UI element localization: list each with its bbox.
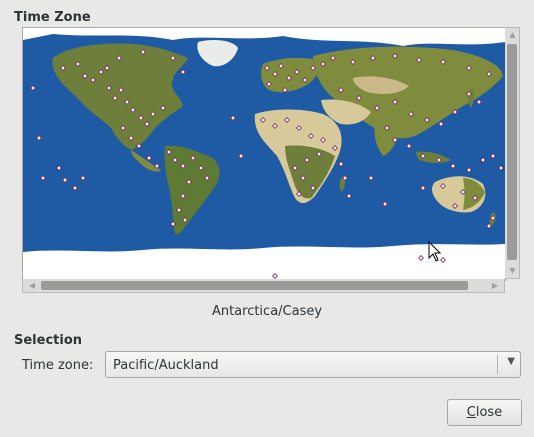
close-button-label: lose	[475, 405, 503, 420]
map-vertical-scrollbar[interactable]: ▲ ▼	[505, 27, 520, 279]
mouse-pointer-icon	[428, 241, 442, 262]
combo-separator	[497, 355, 498, 374]
horizontal-scroll-thumb[interactable]	[41, 281, 468, 290]
vertical-scroll-thumb[interactable]	[507, 44, 517, 260]
close-button[interactable]: Close	[447, 399, 522, 426]
dropdown-arrow-icon[interactable]: ▼	[507, 356, 515, 367]
time-zone-combo-value: Pacific/Auckland	[113, 358, 219, 373]
selection-section-title: Selection	[14, 333, 83, 348]
hovered-timezone-label: Antarctica/Casey	[211, 304, 323, 319]
scroll-right-arrow-icon[interactable]: ▶	[488, 279, 502, 293]
close-button-mnemonic: C	[466, 405, 476, 420]
scroll-down-arrow-icon[interactable]: ▼	[505, 264, 520, 278]
scroll-left-arrow-icon[interactable]: ◀	[25, 279, 39, 293]
map-horizontal-scrollbar[interactable]: ◀ ▶	[22, 279, 505, 293]
time-zone-section-title: Time Zone	[14, 10, 91, 25]
time-zone-combo-box[interactable]: Pacific/Auckland ▼	[105, 351, 521, 378]
scroll-up-arrow-icon[interactable]: ▲	[505, 28, 520, 42]
time-zone-field-label: Time zone:	[22, 358, 94, 373]
